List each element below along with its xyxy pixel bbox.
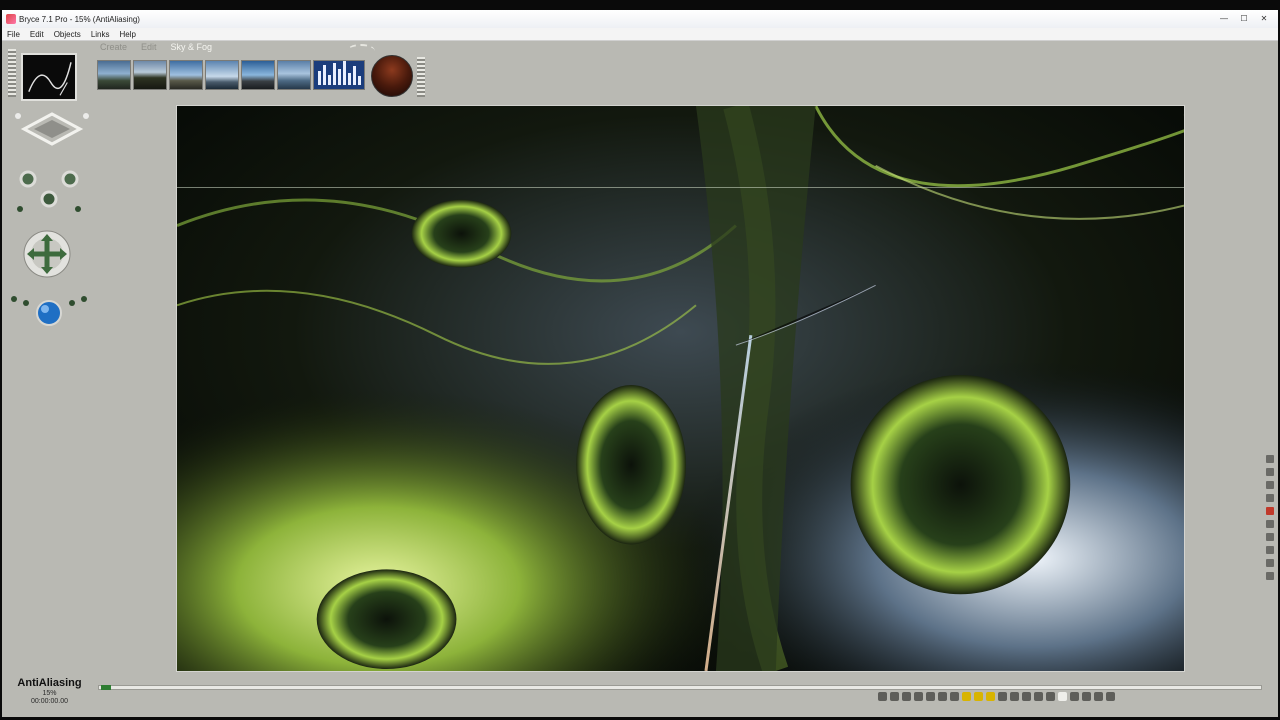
camera-trackball-icon[interactable] bbox=[22, 229, 72, 279]
bryce-app-window: Bryce 7.1 Pro - 15% (AntiAliasing) — ☐ ✕… bbox=[2, 10, 1278, 717]
menu-help[interactable]: Help bbox=[115, 30, 141, 39]
sun-arc-icon bbox=[347, 44, 375, 58]
sun-moon-control[interactable] bbox=[371, 55, 413, 97]
memory-dots-button[interactable] bbox=[1106, 692, 1115, 701]
sky-preset-thumbnail[interactable] bbox=[277, 60, 311, 90]
time-scrubber-knob[interactable] bbox=[101, 685, 111, 690]
sky-fog-toolbar: Create Edit Sky & Fog bbox=[97, 41, 1278, 99]
menu-objects[interactable]: Objects bbox=[49, 30, 86, 39]
step-forward-button[interactable] bbox=[914, 692, 923, 701]
tool-icon[interactable] bbox=[1266, 559, 1274, 567]
memory-dots-button[interactable] bbox=[1010, 692, 1019, 701]
palette-tabs: Create Edit Sky & Fog bbox=[100, 42, 212, 52]
left-control-panel: AntiAliasing 15% 00:00:00.00 bbox=[2, 41, 97, 717]
tool-icon[interactable] bbox=[1266, 533, 1274, 541]
sky-preset-thumbnail[interactable] bbox=[97, 60, 131, 90]
close-button[interactable]: ✕ bbox=[1256, 13, 1272, 24]
memory-dots-button[interactable] bbox=[998, 692, 1007, 701]
nano-preview[interactable] bbox=[21, 53, 77, 101]
key-add-button[interactable] bbox=[962, 692, 971, 701]
tool-icon[interactable] bbox=[1266, 468, 1274, 476]
menu-file[interactable]: File bbox=[2, 30, 25, 39]
tool-icon[interactable] bbox=[1266, 546, 1274, 554]
menu-links[interactable]: Links bbox=[86, 30, 115, 39]
sky-preset-thumbnail[interactable] bbox=[133, 60, 167, 90]
tool-icon[interactable] bbox=[1266, 481, 1274, 489]
fractal-render-image bbox=[177, 106, 1184, 671]
memory-dots-button[interactable] bbox=[1022, 692, 1031, 701]
tab-edit[interactable]: Edit bbox=[141, 42, 157, 52]
screen-frame: Bryce 7.1 Pro - 15% (AntiAliasing) — ☐ ✕… bbox=[0, 0, 1280, 720]
sky-preset-strip bbox=[97, 60, 365, 90]
sky-memory-slider[interactable] bbox=[417, 57, 425, 97]
horizon-guide-line bbox=[177, 187, 1184, 188]
menu-edit[interactable]: Edit bbox=[25, 30, 49, 39]
step-back-button[interactable] bbox=[890, 692, 899, 701]
maximize-button[interactable]: ☐ bbox=[1236, 13, 1252, 24]
minimize-button[interactable]: — bbox=[1216, 13, 1232, 24]
tool-icon[interactable] bbox=[1266, 455, 1274, 463]
key-options-button[interactable] bbox=[986, 692, 995, 701]
sky-preset-thumbnail[interactable] bbox=[205, 60, 239, 90]
tool-icon[interactable] bbox=[1266, 572, 1274, 580]
timeline-scrubber[interactable] bbox=[98, 685, 1262, 690]
window-title: Bryce 7.1 Pro - 15% (AntiAliasing) bbox=[19, 14, 140, 24]
transport-controls bbox=[878, 692, 1115, 701]
memory-dots-button[interactable] bbox=[1034, 692, 1043, 701]
memory-dots-button[interactable] bbox=[1094, 692, 1103, 701]
sky-preset-thumbnail[interactable] bbox=[169, 60, 203, 90]
right-tool-strip bbox=[1264, 450, 1276, 650]
key-remove-button[interactable] bbox=[974, 692, 983, 701]
play-button[interactable] bbox=[902, 692, 911, 701]
render-canvas[interactable] bbox=[176, 105, 1185, 672]
camera-pan-icon[interactable] bbox=[12, 163, 86, 215]
animation-bar bbox=[2, 682, 1278, 717]
menu-bar: File Edit Objects Links Help bbox=[2, 28, 1278, 41]
keyframe-button[interactable] bbox=[950, 692, 959, 701]
memory-dots-button[interactable] bbox=[1082, 692, 1091, 701]
keyframe-button[interactable] bbox=[938, 692, 947, 701]
tool-icon[interactable] bbox=[1266, 520, 1274, 528]
view-control-icon[interactable] bbox=[14, 110, 90, 148]
title-bar: Bryce 7.1 Pro - 15% (AntiAliasing) — ☐ ✕ bbox=[2, 10, 1278, 28]
end-button[interactable] bbox=[926, 692, 935, 701]
tool-icon[interactable] bbox=[1266, 494, 1274, 502]
render-options-button[interactable] bbox=[1058, 692, 1067, 701]
sky-histogram-icon[interactable] bbox=[313, 60, 365, 90]
camera-zoom-icon[interactable] bbox=[10, 291, 88, 327]
window-controls: — ☐ ✕ bbox=[1216, 13, 1272, 24]
memory-dots-button[interactable] bbox=[1070, 692, 1079, 701]
bryce-app-icon bbox=[6, 14, 16, 24]
render-stop-icon[interactable] bbox=[1266, 507, 1274, 515]
sky-preset-thumbnail[interactable] bbox=[241, 60, 275, 90]
nano-zoom-slider[interactable] bbox=[8, 49, 16, 97]
rewind-button[interactable] bbox=[878, 692, 887, 701]
tab-create[interactable]: Create bbox=[100, 42, 127, 52]
memory-dots-button[interactable] bbox=[1046, 692, 1055, 701]
tab-sky-fog[interactable]: Sky & Fog bbox=[171, 42, 213, 52]
